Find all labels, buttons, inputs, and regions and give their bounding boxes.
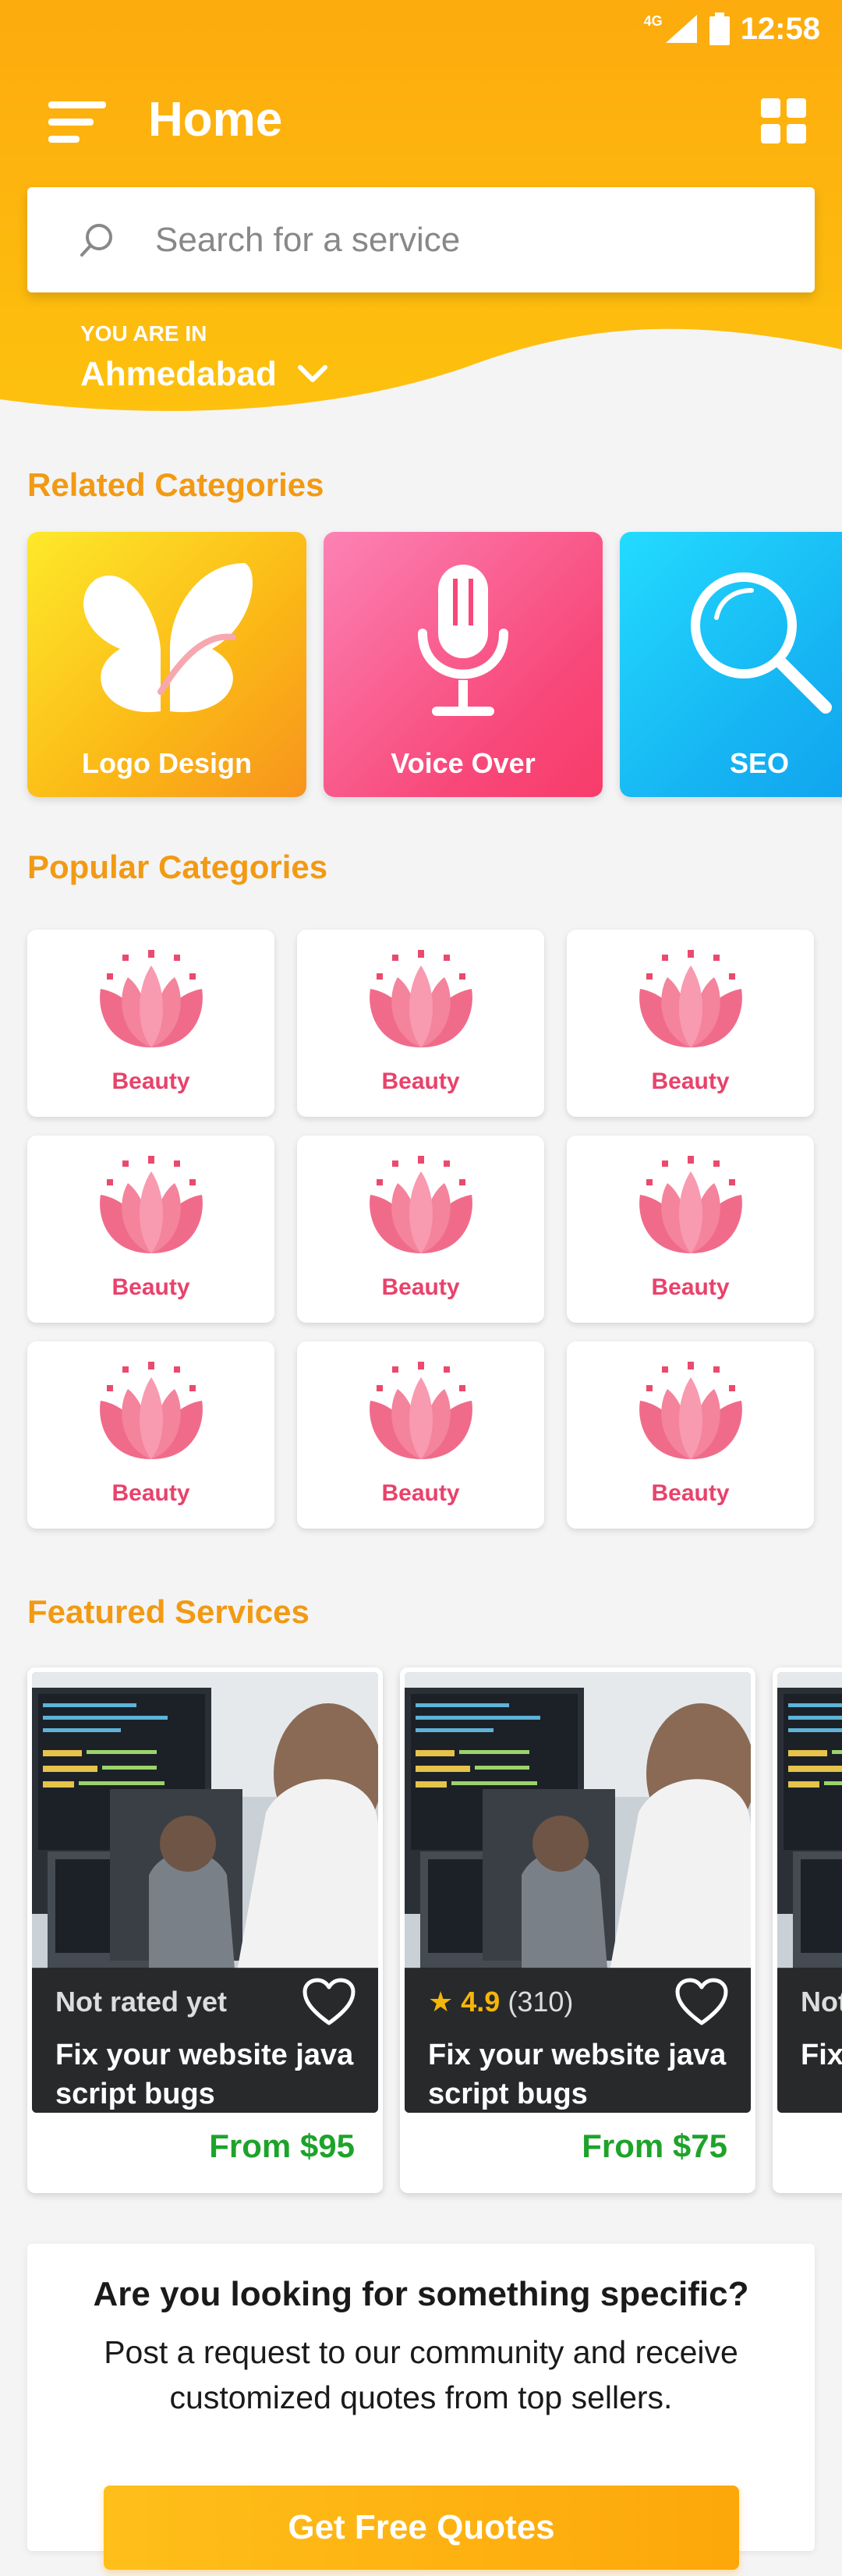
popular-category-card[interactable]: Beauty — [297, 930, 544, 1117]
signal-icon — [665, 15, 697, 43]
request-description: Post a request to our community and rece… — [104, 2334, 738, 2415]
lotus-icon — [363, 950, 479, 1051]
popular-category-label: Beauty — [651, 1480, 730, 1506]
grid-view-icon[interactable] — [761, 98, 806, 144]
lotus-icon — [363, 1156, 479, 1257]
popular-category-label: Beauty — [651, 1068, 730, 1094]
rating-text: Not — [801, 1986, 842, 2018]
related-label: Logo Design — [82, 747, 252, 779]
popular-category-card[interactable]: Beauty — [27, 1341, 274, 1529]
search-box[interactable] — [27, 187, 815, 292]
app-header: 4G 12:58 Home YOU ARE IN Ahmedabad — [0, 0, 842, 437]
service-rating: Not — [801, 1986, 842, 2018]
location-label: YOU ARE IN — [80, 321, 207, 345]
service-description: Fix scr — [801, 2039, 842, 2071]
network-type: 4G — [643, 12, 663, 29]
related-categories-list: Logo Design Voice Over SEO — [27, 532, 842, 797]
status-bar: 4G 12:58 — [644, 9, 820, 48]
rating-text: Not rated yet — [55, 1986, 228, 2018]
lotus-icon — [632, 950, 749, 1051]
get-free-quotes-button[interactable]: Get Free Quotes — [104, 2486, 739, 2570]
popular-category-label: Beauty — [111, 1274, 190, 1300]
service-price: From $95 — [209, 2128, 355, 2164]
location-city: Ahmedabad — [80, 355, 277, 393]
featured-services-title: Featured Services — [27, 1593, 310, 1630]
heart-icon[interactable] — [674, 1978, 729, 2028]
related-categories-title: Related Categories — [27, 466, 324, 503]
popular-categories-grid: Beauty Beauty Beauty Beauty Beauty Beaut… — [27, 930, 815, 1529]
service-rating: Not rated yet — [55, 1986, 227, 2018]
featured-service-card[interactable]: ★ 4.9 (310) Fix your website java script… — [400, 1667, 755, 2193]
battery-icon — [709, 12, 730, 45]
magnifier-icon — [658, 555, 842, 727]
popular-category-label: Beauty — [651, 1274, 730, 1300]
lotus-icon — [93, 1156, 210, 1257]
related-card-voice-over[interactable]: Voice Over — [324, 532, 603, 797]
related-card-seo[interactable]: SEO — [620, 532, 842, 797]
home-screen: 4G 12:58 Home YOU ARE IN Ahmedabad — [0, 0, 842, 2576]
featured-service-card[interactable]: Not Fix scr — [773, 1667, 842, 2193]
service-description: Fix your website java script bugs — [55, 2039, 354, 2110]
rating-count: (310) — [508, 1986, 574, 2018]
search-input[interactable] — [155, 209, 779, 271]
request-question: Are you looking for something specific? — [93, 2275, 749, 2313]
butterfly-icon — [65, 555, 268, 727]
popular-category-card[interactable]: Beauty — [27, 930, 274, 1117]
popular-category-label: Beauty — [381, 1480, 460, 1506]
microphone-icon — [362, 555, 564, 727]
popular-category-card[interactable]: Beauty — [297, 1341, 544, 1529]
popular-category-label: Beauty — [381, 1068, 460, 1094]
service-price: From $75 — [582, 2128, 727, 2164]
lotus-icon — [363, 1362, 479, 1463]
popular-categories-title: Popular Categories — [27, 849, 328, 885]
featured-service-card[interactable]: Not rated yet Fix your website java scri… — [27, 1667, 383, 2193]
popular-category-card[interactable]: Beauty — [297, 1136, 544, 1323]
service-description: Fix your website java script bugs — [428, 2039, 727, 2110]
popular-category-label: Beauty — [381, 1274, 460, 1300]
lotus-icon — [632, 1362, 749, 1463]
menu-icon[interactable] — [48, 100, 111, 144]
lotus-icon — [93, 950, 210, 1051]
search-icon — [80, 224, 112, 257]
featured-services-list: Not rated yet Fix your website java scri… — [27, 1667, 842, 2193]
lotus-icon — [632, 1156, 749, 1257]
popular-category-card[interactable]: Beauty — [567, 930, 814, 1117]
location-selector[interactable]: Ahmedabad — [80, 355, 328, 394]
popular-category-card[interactable]: Beauty — [567, 1136, 814, 1323]
chevron-down-icon — [297, 365, 327, 382]
page-title: Home — [148, 93, 283, 147]
star-icon: ★ — [428, 1986, 454, 2018]
service-rating: ★ 4.9 (310) — [428, 1986, 573, 2018]
clock: 12:58 — [740, 11, 820, 46]
rating-score: 4.9 — [461, 1986, 501, 2018]
related-label: Voice Over — [391, 747, 536, 779]
popular-category-card[interactable]: Beauty — [27, 1136, 274, 1323]
related-card-logo-design[interactable]: Logo Design — [27, 532, 306, 797]
related-label: SEO — [729, 747, 790, 779]
popular-category-label: Beauty — [111, 1068, 190, 1094]
popular-category-label: Beauty — [111, 1480, 190, 1506]
heart-icon[interactable] — [302, 1978, 356, 2028]
popular-category-card[interactable]: Beauty — [567, 1341, 814, 1529]
lotus-icon — [93, 1362, 210, 1463]
